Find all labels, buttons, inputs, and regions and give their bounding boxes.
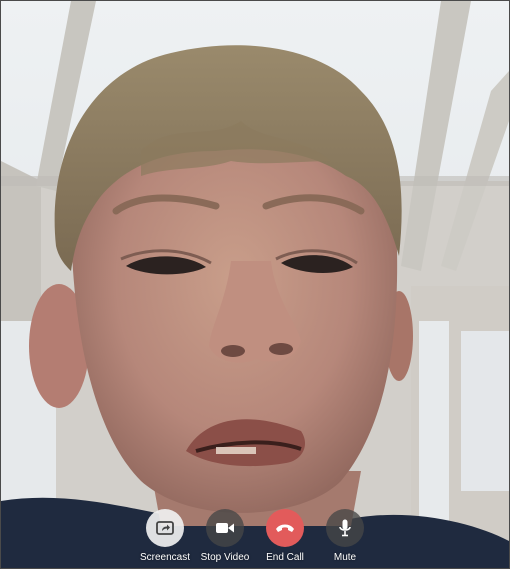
mute-button[interactable]: Mute — [315, 509, 375, 568]
video-camera-icon — [206, 509, 244, 547]
microphone-icon — [326, 509, 364, 547]
screencast-icon — [146, 509, 184, 547]
phone-hangup-icon — [266, 509, 304, 547]
stop-video-label: Stop Video — [200, 552, 250, 563]
screencast-label: Screencast — [139, 552, 191, 563]
screencast-button[interactable]: Screencast — [135, 509, 195, 568]
stop-video-button[interactable]: Stop Video — [195, 509, 255, 568]
end-call-label: End Call — [266, 552, 304, 563]
mute-label: Mute — [333, 552, 357, 563]
remote-video-feed — [1, 1, 509, 568]
end-call-button[interactable]: End Call — [255, 509, 315, 568]
call-controls-bar: Screencast Stop Video End Call Mute — [1, 509, 509, 568]
video-call-window: Screencast Stop Video End Call Mute — [0, 0, 510, 569]
